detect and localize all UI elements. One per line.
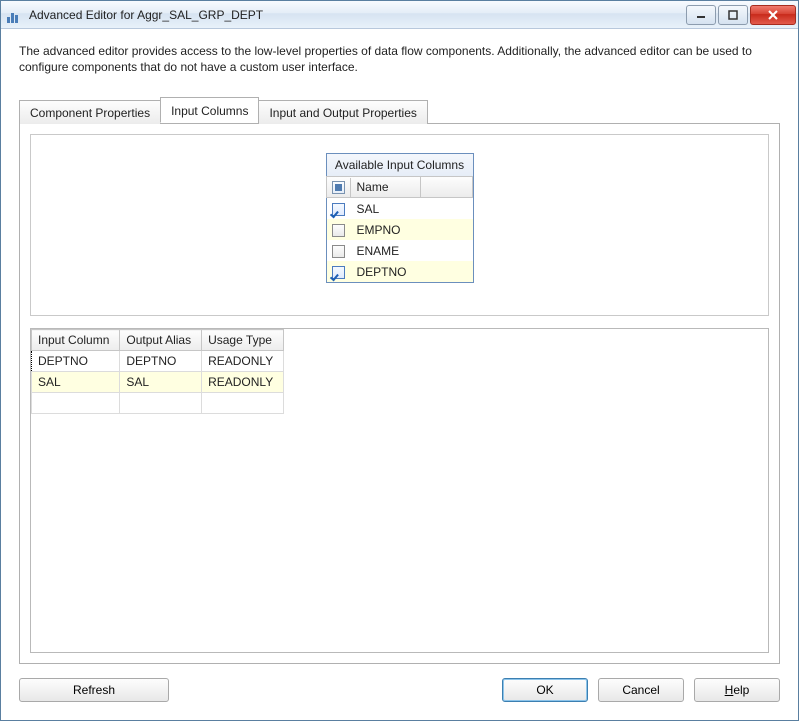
available-column-row[interactable]: EMPNO — [327, 219, 473, 240]
maximize-button[interactable] — [718, 5, 748, 25]
available-columns-list: Available Input Columns Name SALEMPNOENA… — [326, 153, 474, 283]
maximize-icon — [728, 10, 738, 20]
column-label: SAL — [351, 199, 473, 219]
grid-cell[interactable]: READONLY — [202, 372, 284, 393]
tab-io-properties[interactable]: Input and Output Properties — [258, 100, 427, 124]
available-columns-colhead: Name — [326, 176, 473, 198]
grid-header-usage-type[interactable]: Usage Type — [202, 330, 284, 351]
grid-cell[interactable]: DEPTNO — [120, 351, 202, 372]
ok-button[interactable]: OK — [502, 678, 588, 702]
grid-row[interactable]: SALSALREADONLY — [32, 372, 284, 393]
dialog-body: The advanced editor provides access to t… — [1, 29, 798, 664]
available-columns-header: Available Input Columns — [327, 154, 473, 177]
column-checkbox[interactable] — [332, 266, 345, 279]
grid-header-input-column[interactable]: Input Column — [32, 330, 120, 351]
tab-strip: Component Properties Input Columns Input… — [19, 97, 780, 124]
available-columns-group: Available Input Columns Name SALEMPNOENA… — [30, 134, 769, 316]
window-controls — [684, 5, 796, 25]
tab-panel: Available Input Columns Name SALEMPNOENA… — [19, 124, 780, 664]
column-label: DEPTNO — [351, 262, 473, 282]
available-column-row[interactable]: SAL — [327, 198, 473, 219]
window-title: Advanced Editor for Aggr_SAL_GRP_DEPT — [29, 8, 684, 22]
titlebar: Advanced Editor for Aggr_SAL_GRP_DEPT — [1, 1, 798, 29]
tab-input-columns[interactable]: Input Columns — [160, 97, 259, 123]
close-button[interactable] — [750, 5, 796, 25]
help-button[interactable]: Help — [694, 678, 780, 702]
editor-window: Advanced Editor for Aggr_SAL_GRP_DEPT Th… — [0, 0, 799, 721]
tab-component-properties[interactable]: Component Properties — [19, 100, 161, 124]
grid-cell[interactable]: SAL — [120, 372, 202, 393]
description-text: The advanced editor provides access to t… — [19, 43, 780, 75]
selected-columns-grid: Input Column Output Alias Usage Type DEP… — [30, 328, 769, 653]
refresh-button[interactable]: Refresh — [19, 678, 169, 702]
dialog-buttons: Refresh OK Cancel Help — [1, 664, 798, 720]
grid-cell[interactable]: DEPTNO — [32, 351, 120, 372]
minimize-button[interactable] — [686, 5, 716, 25]
column-checkbox[interactable] — [332, 224, 345, 237]
column-checkbox[interactable] — [332, 245, 345, 258]
grid-row[interactable]: DEPTNODEPTNOREADONLY — [32, 351, 284, 372]
minimize-icon — [696, 10, 706, 20]
close-icon — [767, 10, 779, 20]
app-icon — [7, 7, 23, 23]
name-column-header[interactable]: Name — [351, 177, 421, 197]
grid-cell[interactable]: SAL — [32, 372, 120, 393]
select-all-checkbox[interactable] — [332, 181, 345, 194]
column-checkbox[interactable] — [332, 203, 345, 216]
grid-cell[interactable]: READONLY — [202, 351, 284, 372]
cancel-button[interactable]: Cancel — [598, 678, 684, 702]
available-column-row[interactable]: DEPTNO — [327, 261, 473, 282]
grid-header-output-alias[interactable]: Output Alias — [120, 330, 202, 351]
column-label: EMPNO — [351, 220, 473, 240]
available-column-row[interactable]: ENAME — [327, 240, 473, 261]
column-label: ENAME — [351, 241, 473, 261]
grid-row-empty[interactable] — [32, 393, 284, 414]
